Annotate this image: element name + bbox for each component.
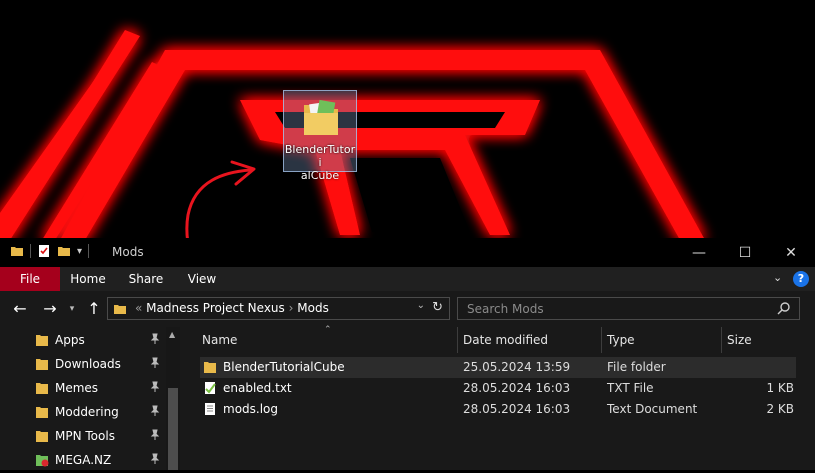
address-dropdown-icon[interactable]: ⌄ — [417, 300, 425, 311]
file-list: ⌃ Name Date modified Type Size BlenderTu… — [180, 325, 815, 470]
file-date: 25.05.2024 13:59 — [463, 360, 571, 374]
file-date: 28.05.2024 16:03 — [463, 381, 571, 395]
expand-ribbon-icon[interactable]: ⌄ — [773, 271, 782, 284]
folder-icon — [11, 247, 23, 256]
back-arrow-icon[interactable]: ← — [10, 299, 30, 319]
scroll-up-icon[interactable]: ▲ — [169, 330, 175, 339]
breadcrumb-overflow-icon[interactable]: « — [135, 301, 142, 315]
folder-icon — [36, 431, 48, 442]
folder-icon — [36, 335, 48, 346]
scrollbar-thumb[interactable] — [168, 388, 178, 470]
desktop-folder-label: BlenderTutori alCube — [284, 143, 356, 182]
minimize-button[interactable]: — — [676, 238, 722, 267]
tab-file[interactable]: File — [0, 267, 60, 291]
pin-icon — [150, 405, 160, 416]
title-bar: ▾ Mods — ☐ ✕ — [0, 238, 815, 267]
breadcrumb-item[interactable]: Mods — [297, 301, 329, 315]
sidebar-item-downloads[interactable]: Downloads — [0, 353, 166, 377]
folder-icon — [36, 407, 48, 418]
sidebar-item-label: Memes — [55, 381, 99, 395]
navigation-pane: Apps Downloads Memes Moddering MPN Tools… — [0, 327, 180, 470]
column-divider[interactable] — [457, 327, 458, 353]
sort-ascending-icon: ⌃ — [324, 325, 332, 335]
column-divider[interactable] — [721, 327, 722, 353]
tab-home[interactable]: Home — [66, 267, 110, 291]
file-name: BlenderTutorialCube — [223, 360, 345, 374]
file-size: 1 KB — [766, 381, 794, 395]
file-type: File folder — [607, 360, 666, 374]
sidebar-item-mega-nz[interactable]: MEGA.NZ — [0, 449, 166, 473]
search-placeholder: Search Mods — [467, 302, 544, 316]
file-explorer-window: ▾ Mods — ☐ ✕ File Home Share View ⌄ ? ← … — [0, 238, 815, 470]
pin-icon — [150, 357, 160, 368]
column-header-type[interactable]: Type — [607, 327, 635, 353]
sidebar-item-apps[interactable]: Apps — [0, 329, 166, 353]
new-folder-icon[interactable] — [57, 244, 71, 258]
column-divider[interactable] — [601, 327, 602, 353]
ribbon-tabs: File Home Share View ⌄ ? — [0, 267, 815, 291]
folder-icon — [36, 359, 48, 370]
maximize-button[interactable]: ☐ — [722, 238, 768, 267]
breadcrumb: « Madness Project Nexus › Mods — [135, 301, 329, 315]
table-row[interactable]: enabled.txt 28.05.2024 16:03 TXT File 1 … — [200, 378, 796, 399]
pin-icon — [150, 381, 160, 392]
search-icon — [777, 302, 790, 315]
close-button[interactable]: ✕ — [768, 238, 814, 267]
navigation-bar: ← → ▾ ↑ « Madness Project Nexus › Mods ⌄… — [0, 291, 815, 327]
address-bar[interactable]: « Madness Project Nexus › Mods ⌄ ↻ — [107, 297, 450, 320]
forward-arrow-icon[interactable]: → — [40, 299, 60, 319]
breadcrumb-separator-icon[interactable]: › — [289, 301, 294, 315]
wallpaper — [0, 30, 705, 240]
sidebar-item-label: Downloads — [55, 357, 121, 371]
file-date: 28.05.2024 16:03 — [463, 402, 571, 416]
folder-icon — [204, 362, 216, 373]
window-title: Mods — [112, 245, 144, 259]
sidebar-item-label: MEGA.NZ — [55, 453, 112, 467]
file-type: TXT File — [607, 381, 654, 395]
pin-icon — [150, 453, 160, 464]
search-box[interactable]: Search Mods — [457, 297, 800, 320]
table-row[interactable]: BlenderTutorialCube 25.05.2024 13:59 Fil… — [200, 357, 796, 378]
quick-access-toolbar: ▾ — [10, 244, 90, 258]
folder-icon — [114, 305, 126, 314]
sidebar-item-label: Moddering — [55, 405, 119, 419]
sidebar-item-mpn-tools[interactable]: MPN Tools — [0, 425, 166, 449]
separator — [88, 244, 90, 258]
log-file-icon — [205, 403, 215, 415]
folder-icon — [36, 383, 48, 394]
column-header-name[interactable]: Name — [202, 327, 237, 353]
tab-view[interactable]: View — [180, 267, 224, 291]
file-type: Text Document — [607, 402, 698, 416]
sidebar-item-label: MPN Tools — [55, 429, 115, 443]
file-size: 2 KB — [766, 402, 794, 416]
customize-toolbar-icon[interactable]: ▾ — [77, 246, 82, 257]
sidebar-scrollbar[interactable]: ▲ — [166, 327, 180, 470]
column-header-date-modified[interactable]: Date modified — [463, 327, 548, 353]
file-name: mods.log — [223, 402, 279, 416]
sidebar-item-moddering[interactable]: Moddering — [0, 401, 166, 425]
sidebar-item-label: Apps — [55, 333, 85, 347]
table-row[interactable]: mods.log 28.05.2024 16:03 Text Document … — [200, 399, 796, 420]
breadcrumb-item[interactable]: Madness Project Nexus — [146, 301, 285, 315]
sidebar-item-memes[interactable]: Memes — [0, 377, 166, 401]
properties-icon[interactable] — [37, 244, 51, 258]
pin-icon — [150, 333, 160, 344]
up-arrow-icon[interactable]: ↑ — [84, 299, 104, 319]
help-icon[interactable]: ? — [793, 271, 809, 287]
recent-locations-icon[interactable]: ▾ — [62, 299, 82, 319]
txt-file-icon — [205, 382, 216, 394]
column-header-size[interactable]: Size — [727, 327, 752, 353]
file-name: enabled.txt — [223, 381, 292, 395]
pin-icon — [150, 429, 160, 440]
separator — [30, 244, 31, 258]
refresh-icon[interactable]: ↻ — [432, 300, 443, 315]
mega-folder-icon — [36, 455, 49, 467]
tab-share[interactable]: Share — [124, 267, 168, 291]
folder-icon — [304, 99, 338, 135]
desktop-folder-icon-tile[interactable]: BlenderTutori alCube — [283, 90, 357, 182]
